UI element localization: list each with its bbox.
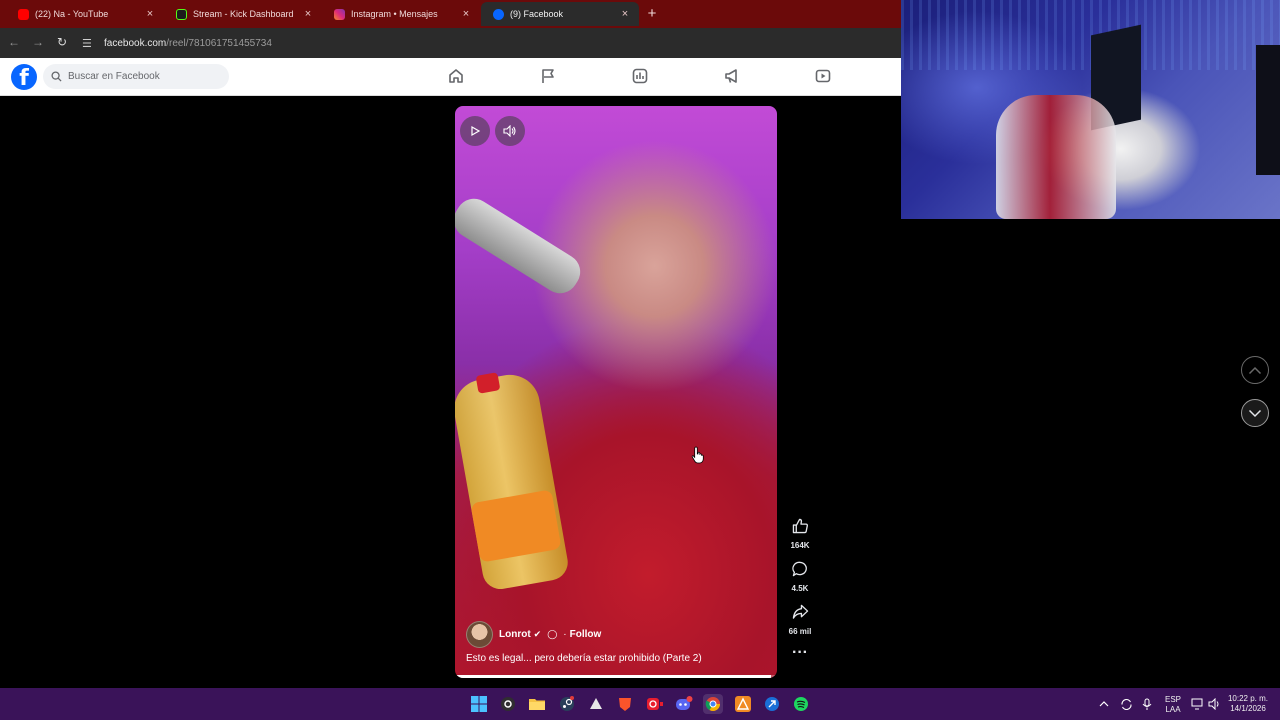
back-icon[interactable]: ← <box>6 35 22 49</box>
bottle-cap-shape <box>475 372 501 394</box>
clock[interactable]: 10:22 p. m. 14/1/2026 <box>1226 694 1270 714</box>
reload-icon[interactable]: ↻ <box>54 35 70 49</box>
chrome-icon[interactable] <box>703 694 723 714</box>
search-box[interactable] <box>43 64 229 89</box>
volume-button[interactable] <box>495 116 525 146</box>
screen: (22) Na - YouTube × Stream - Kick Dashbo… <box>0 0 1280 720</box>
steam-icon[interactable] <box>557 694 577 714</box>
video-icon[interactable] <box>814 67 832 85</box>
previous-reel-button[interactable] <box>1241 356 1269 384</box>
globe-icon: ◯ <box>547 629 558 639</box>
chevron-up-icon[interactable] <box>1095 694 1113 714</box>
address-bar: ← → ↻ ☰ facebook.com/reel/78106175145573… <box>0 28 901 58</box>
reel-video[interactable]: Lonrot ✔ ◯ · Follow Esto es legal... per… <box>455 106 777 678</box>
comment-icon <box>791 561 807 577</box>
video-progress-bar[interactable] <box>455 675 777 678</box>
brave-icon[interactable] <box>615 694 635 714</box>
hanging-jacket-shape <box>996 95 1116 219</box>
url-host: facebook.com <box>104 37 167 49</box>
file-explorer-icon[interactable] <box>527 694 547 714</box>
url-text: facebook.com/reel/781061751455734 <box>104 38 272 49</box>
url-field[interactable]: ☰ facebook.com/reel/781061751455734 <box>82 33 882 53</box>
clock-time: 10:22 p. m. <box>1227 694 1269 703</box>
facebook-logo[interactable]: f <box>11 64 37 90</box>
separator: · <box>563 629 567 640</box>
play-icon <box>471 125 481 137</box>
verified-icon: ✔ <box>533 629 542 639</box>
flag-icon[interactable] <box>539 67 557 85</box>
play-button[interactable] <box>460 116 490 146</box>
triangle-app-icon[interactable] <box>733 694 753 714</box>
webcam-overlay <box>901 0 1280 219</box>
reel-caption: Esto es legal... pero debería estar proh… <box>466 653 702 664</box>
microphone-icon[interactable] <box>1138 694 1156 714</box>
tab-label: Instagram • Mensajes <box>351 9 438 19</box>
search-input[interactable] <box>66 70 220 83</box>
monitor-shape <box>1256 45 1280 175</box>
avatar[interactable] <box>466 621 493 648</box>
streaming-app-icon[interactable] <box>645 694 665 714</box>
keyboard-layout: LAA <box>1165 705 1181 714</box>
site-info-icon[interactable]: ☰ <box>82 37 100 50</box>
share-icon <box>792 604 808 619</box>
chevron-down-icon <box>1248 409 1262 417</box>
volume-icon[interactable] <box>1205 694 1223 714</box>
reel-author: Lonrot ✔ ◯ · Follow <box>466 621 601 648</box>
kick-icon <box>176 8 187 20</box>
sync-icon[interactable] <box>1117 694 1135 714</box>
facebook-icon <box>493 8 504 20</box>
close-icon[interactable]: × <box>302 8 314 20</box>
language-code: ESP <box>1164 695 1181 704</box>
tab-youtube[interactable]: (22) Na - YouTube × <box>6 2 164 26</box>
remote-app-icon[interactable] <box>762 694 782 714</box>
spotify-icon[interactable] <box>791 694 811 714</box>
instagram-icon <box>334 8 345 20</box>
unity-icon[interactable] <box>586 694 606 714</box>
close-icon[interactable]: × <box>144 8 156 20</box>
follow-button[interactable]: Follow <box>570 629 602 640</box>
browser-tab-bar: (22) Na - YouTube × Stream - Kick Dashbo… <box>0 0 901 28</box>
tab-label: (22) Na - YouTube <box>35 9 109 19</box>
language-indicator[interactable]: ESP LAA <box>1163 695 1183 715</box>
share-count: 66 mil <box>788 627 812 636</box>
close-icon[interactable]: × <box>460 8 472 20</box>
tab-instagram[interactable]: Instagram • Mensajes × <box>322 2 480 26</box>
forward-icon[interactable]: → <box>30 35 46 49</box>
like-icon <box>792 518 808 534</box>
obs-icon[interactable] <box>498 694 518 714</box>
volume-icon <box>503 125 516 137</box>
windows-start-icon[interactable] <box>469 694 489 714</box>
next-reel-button[interactable] <box>1241 399 1269 427</box>
megaphone-icon[interactable] <box>723 67 741 85</box>
clock-date: 14/1/2026 <box>1230 704 1266 713</box>
new-tab-button[interactable]: + <box>645 5 659 22</box>
like-count: 164K <box>790 541 810 550</box>
tab-label: (9) Facebook <box>510 9 564 19</box>
share-button[interactable]: 66 mil <box>784 604 816 636</box>
close-icon[interactable]: × <box>619 8 631 20</box>
discord-icon[interactable] <box>674 694 694 714</box>
author-name[interactable]: Lonrot <box>499 629 531 640</box>
home-icon[interactable] <box>447 67 465 85</box>
tab-kick[interactable]: Stream - Kick Dashboard × <box>164 2 322 26</box>
video-progress-fill <box>455 675 771 678</box>
search-icon <box>51 71 62 82</box>
chart-icon[interactable] <box>631 67 649 85</box>
tab-facebook[interactable]: (9) Facebook × <box>481 2 639 26</box>
network-icon[interactable] <box>1188 694 1206 714</box>
youtube-icon <box>18 8 29 20</box>
microphone-shape <box>455 191 587 301</box>
comment-button[interactable]: 4.5K <box>784 561 816 593</box>
comment-count: 4.5K <box>791 584 809 593</box>
like-button[interactable]: 164K <box>784 518 816 550</box>
more-options-icon[interactable]: ··· <box>789 645 811 662</box>
facebook-header: f <box>0 58 901 96</box>
hand-cursor-icon <box>691 446 704 464</box>
tab-label: Stream - Kick Dashboard <box>193 9 294 19</box>
url-path: /reel/781061751455734 <box>166 37 272 49</box>
chevron-up-icon <box>1248 366 1262 374</box>
bottle-shape <box>455 370 571 592</box>
taskbar: ESP LAA 10:22 p. m. 14/1/2026 <box>0 688 1280 720</box>
